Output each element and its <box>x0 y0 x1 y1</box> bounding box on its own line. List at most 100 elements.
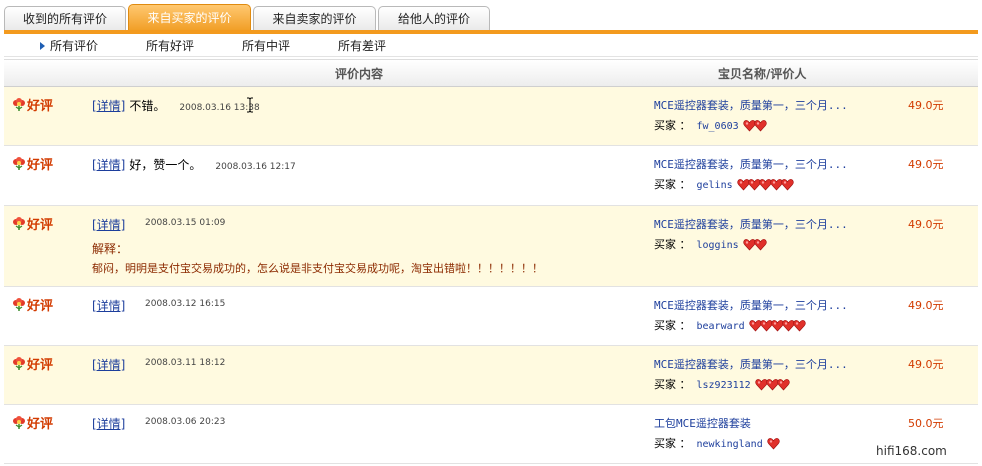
item-name-link[interactable]: MCE遥控器套装，质量第一，三个月... <box>654 156 848 172</box>
comment-date: 2008.03.11 18:12 <box>145 358 226 368</box>
flower-icon <box>12 298 26 312</box>
buyer-name-link[interactable]: fw_0603 <box>697 121 739 132</box>
rating-label: 好评 <box>27 299 54 314</box>
buyer-name-link[interactable]: bearward <box>697 321 745 332</box>
buyer-label: 买家 ： <box>654 319 691 332</box>
table-row: 好评 [详情] 2008.03.15 01:09 解释： 郁闷，明明是支付宝交易成功的，… <box>4 206 978 287</box>
heart-icon <box>793 319 806 332</box>
buyer-name-link[interactable]: lsz923112 <box>697 380 751 391</box>
table-header: 评价内容 宝贝名称/评价人 <box>4 59 978 87</box>
rating-badge: 好评 <box>12 154 53 173</box>
rating-badge: 好评 <box>12 95 53 114</box>
buyer-credit-level <box>755 378 790 394</box>
buyer-credit-level <box>749 319 806 335</box>
buyer-credit-level <box>767 437 780 453</box>
comment-date: 2008.03.12 16:15 <box>145 299 226 309</box>
detail-link[interactable]: [详情] <box>92 99 125 113</box>
item-price: 49.0元 <box>908 299 944 312</box>
item-price: 49.0元 <box>908 99 944 112</box>
heart-icon <box>767 437 780 450</box>
tab-given-to-others[interactable]: 给他人的评价 <box>378 6 490 31</box>
detail-link[interactable]: [详情] <box>92 417 125 431</box>
flower-icon <box>12 98 26 112</box>
item-name-link[interactable]: 工包MCE遥控器套装 <box>654 415 751 431</box>
comment-cell: [详情] 好，赞一个。 2008.03.16 12:17 <box>92 156 296 173</box>
rating-badge: 好评 <box>12 413 53 432</box>
filter-negative[interactable]: 所有差评 <box>338 37 386 54</box>
buyer-label: 买家 ： <box>654 437 691 450</box>
rating-label: 好评 <box>27 158 54 173</box>
flower-icon <box>12 416 26 430</box>
filter-neutral[interactable]: 所有中评 <box>242 37 290 54</box>
buyer-name-link[interactable]: gelins <box>697 180 733 191</box>
rating-badge: 好评 <box>12 214 53 233</box>
buyer-name-link[interactable]: loggins <box>697 240 739 251</box>
flower-icon <box>12 157 26 171</box>
buyer-label: 买家 ： <box>654 378 691 391</box>
tab-all-received[interactable]: 收到的所有评价 <box>4 6 126 31</box>
filter-nav: 所有评价 所有好评 所有中评 所有差评 <box>4 34 978 57</box>
buyer-info: 买家 ： newkingland <box>654 435 780 453</box>
rating-label: 好评 <box>27 99 54 114</box>
item-price: 50.0元 <box>908 417 944 430</box>
comment-date: 2008.03.15 01:09 <box>145 218 226 228</box>
comment-date: 2008.03.16 12:17 <box>215 162 296 172</box>
tab-from-sellers[interactable]: 来自卖家的评价 <box>253 6 376 31</box>
header-item: 宝贝名称/评价人 <box>718 67 807 81</box>
item-name-link[interactable]: MCE遥控器套装，质量第一，三个月... <box>654 356 848 372</box>
buyer-info: 买家 ： fw_0603 <box>654 117 767 135</box>
arrow-right-icon <box>40 42 45 50</box>
detail-link[interactable]: [详情] <box>92 358 125 372</box>
item-price: 49.0元 <box>908 358 944 371</box>
buyer-info: 买家 ： gelins <box>654 176 794 194</box>
filter-all[interactable]: 所有评价 <box>50 37 98 54</box>
tab-from-buyers[interactable]: 来自买家的评价 <box>128 4 251 32</box>
header-content: 评价内容 <box>335 67 384 81</box>
buyer-info: 买家 ： bearward <box>654 317 806 335</box>
heart-icon <box>754 119 767 132</box>
table-row: 好评 [详情] 2008.03.12 16:15 MCE遥控器套装，质量第一，三个月.… <box>4 287 978 346</box>
buyer-name-link[interactable]: newkingland <box>697 439 763 450</box>
comment-text: 不错。 <box>129 99 166 113</box>
text-cursor-icon <box>247 97 253 113</box>
buyer-label: 买家 ： <box>654 119 691 132</box>
explanation-text: 郁闷，明明是支付宝交易成功的，怎么说是非支付宝交易成功呢，淘宝出错啦！！！！！！… <box>92 262 543 275</box>
flower-icon <box>12 217 26 231</box>
watermark: hifi168.com <box>876 444 947 458</box>
heart-icon <box>777 378 790 391</box>
comment-cell: [详情] <box>92 297 125 314</box>
item-price: 49.0元 <box>908 218 944 231</box>
comment-cell: [详情] <box>92 216 125 233</box>
item-name-link[interactable]: MCE遥控器套装，质量第一，三个月... <box>654 216 848 232</box>
detail-link[interactable]: [详情] <box>92 299 125 313</box>
table-row: 好评 [详情] 好，赞一个。 2008.03.16 12:17 MCE遥控器套装，质量第… <box>4 146 978 206</box>
explanation-label: 解释： <box>92 242 129 256</box>
buyer-label: 买家 ： <box>654 178 691 191</box>
item-name-link[interactable]: MCE遥控器套装，质量第一，三个月... <box>654 97 848 113</box>
item-name-link[interactable]: MCE遥控器套装，质量第一，三个月... <box>654 297 848 313</box>
table-row: 好评 [详情] 2008.03.06 20:23 工包MCE遥控器套装 50.0元买家 … <box>4 405 978 464</box>
buyer-info: 买家 ： lsz923112 <box>654 376 790 394</box>
rating-label: 好评 <box>27 358 54 373</box>
buyer-credit-level <box>737 178 794 194</box>
flower-icon <box>12 357 26 371</box>
heart-icon <box>781 178 794 191</box>
detail-link[interactable]: [详情] <box>92 218 125 232</box>
buyer-credit-level <box>743 119 767 135</box>
comment-date: 2008.03.06 20:23 <box>145 417 226 427</box>
detail-link[interactable]: [详情] <box>92 158 125 172</box>
comment-text: 好，赞一个。 <box>129 158 202 172</box>
rating-label: 好评 <box>27 417 54 432</box>
buyer-info: 买家 ： loggins <box>654 236 767 254</box>
buyer-credit-level <box>743 238 767 254</box>
table-row: 好评 [详情] 2008.03.11 18:12 MCE遥控器套装，质量第一，三个月.… <box>4 346 978 405</box>
buyer-label: 买家 ： <box>654 238 691 251</box>
item-price: 49.0元 <box>908 158 944 171</box>
rating-badge: 好评 <box>12 295 53 314</box>
tab-bar: 收到的所有评价 来自买家的评价 来自卖家的评价 给他人的评价 <box>0 0 982 32</box>
rating-label: 好评 <box>27 218 54 233</box>
filter-positive[interactable]: 所有好评 <box>146 37 194 54</box>
rating-badge: 好评 <box>12 354 53 373</box>
comment-cell: [详情] 不错。 2008.03.16 13:38 <box>92 97 260 114</box>
table-row: 好评 [详情] 不错。 2008.03.16 13:38 MCE遥控器套装，质量第一，三… <box>4 87 978 146</box>
